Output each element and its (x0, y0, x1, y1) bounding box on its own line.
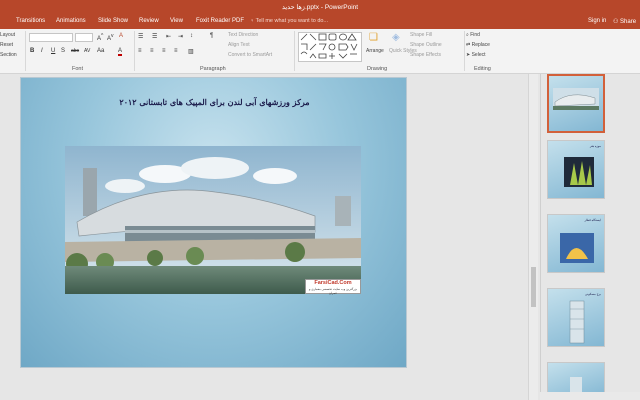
bullets-icon[interactable]: ☰ (138, 33, 143, 40)
reset-button[interactable]: Reset (0, 42, 13, 48)
editing-group-label: Editing (474, 66, 491, 72)
thumbnail-slide-3[interactable]: ایستگاه قطار (547, 214, 605, 273)
scroll-thumb[interactable] (531, 267, 536, 307)
group-separator (294, 31, 295, 71)
underline-button[interactable]: U (51, 48, 55, 54)
slide-title[interactable]: مرکز ورزشهای آبی لندن برای المپیک های تا… (21, 97, 408, 107)
convert-smartart-button[interactable]: Convert to SmartArt (228, 52, 272, 58)
group-separator (134, 31, 135, 71)
shadow-button[interactable]: S (61, 48, 65, 54)
shapes-gallery[interactable] (298, 32, 362, 62)
align-left-icon[interactable]: ≡ (138, 48, 142, 54)
find-button[interactable]: ⌕ Find (466, 32, 480, 38)
line-spacing-icon[interactable]: ↕ (190, 33, 193, 39)
logo-subtitle: بزرگترین وب سایت تخصصی معماری و عمران (308, 287, 358, 295)
select-button[interactable]: ➤ Select (466, 52, 486, 58)
italic-button[interactable]: I (41, 48, 43, 54)
replace-label: Replace (471, 42, 490, 48)
tell-me-box[interactable]: ♀ Tell me what you want to do... (250, 18, 328, 24)
share-button[interactable]: ⚇ Share (613, 18, 636, 25)
strikethrough-button[interactable]: abc (71, 48, 79, 54)
farsicad-logo: FarsiCad.Com بزرگترین وب سایت تخصصی معما… (305, 279, 361, 295)
columns-icon[interactable]: ▥ (188, 48, 194, 55)
tab-review[interactable]: Review (139, 18, 159, 24)
building-photo[interactable] (65, 146, 361, 294)
grow-font-icon[interactable]: A^ (97, 33, 103, 42)
thumbnail-image (553, 88, 599, 110)
logo-title: FarsiCad.Com (314, 280, 352, 286)
font-color-button[interactable]: A (118, 48, 123, 56)
change-case-button[interactable]: Aa (97, 48, 104, 54)
share-label: Share (620, 19, 637, 25)
thumbnail-image (569, 300, 585, 344)
ribbon-home: Layout Reset Section A^ Av A B I U S abc… (0, 29, 640, 74)
tab-view[interactable]: View (170, 18, 183, 24)
arrange-icon: ❏ (369, 32, 378, 43)
shape-outline-button[interactable]: Shape Outline (410, 42, 442, 48)
shape-effects-button[interactable]: Shape Effects (410, 52, 441, 58)
char-spacing-button[interactable]: AV (84, 48, 90, 54)
numbering-icon[interactable]: ☰ (152, 33, 157, 40)
drawing-group-label: Drawing (367, 66, 388, 72)
aquatics-centre-image (65, 146, 361, 294)
decrease-indent-icon[interactable]: ⇤ (166, 33, 171, 40)
font-size-field[interactable] (75, 33, 93, 42)
font-group-label: Font (72, 66, 84, 72)
quick-styles-icon: ◈ (392, 32, 400, 43)
group-separator (25, 31, 26, 71)
thumbnail-slide-2[interactable]: موزه هنر (547, 140, 605, 199)
person-icon: ⚇ (613, 19, 621, 25)
shrink-font-icon[interactable]: Av (107, 33, 114, 42)
align-right-icon[interactable]: ≡ (162, 48, 166, 54)
vertical-scrollbar[interactable] (528, 74, 538, 400)
title-bar: زها حدید.pptx - PowerPoint (0, 0, 640, 14)
arrange-button[interactable]: Arrange (366, 48, 384, 54)
text-direction-button[interactable]: Text Direction (228, 32, 258, 38)
clear-format-icon[interactable]: A (119, 33, 123, 39)
font-name-field[interactable] (29, 33, 73, 42)
increase-indent-icon[interactable]: ⇥ (178, 33, 183, 40)
window-title: زها حدید.pptx - PowerPoint (281, 4, 359, 11)
replace-button[interactable]: ⇄ Replace (466, 42, 490, 48)
layout-button[interactable]: Layout (0, 32, 15, 38)
shape-fill-button[interactable]: Shape Fill (410, 32, 432, 38)
group-separator (464, 31, 465, 71)
slide-thumbnails: موزه هنر ایستگاه قطار برج مسکونی (540, 74, 640, 400)
thumbnail-slide-4[interactable]: برج مسکونی (547, 288, 605, 347)
tell-me-text: Tell me what you want to do... (255, 18, 329, 24)
align-center-icon[interactable]: ≡ (150, 48, 154, 54)
thumbnail-image (560, 233, 594, 263)
ribbon-tabs: Transitions Animations Slide Show Review… (0, 14, 640, 29)
justify-icon[interactable]: ≡ (174, 48, 178, 54)
tab-transitions[interactable]: Transitions (16, 18, 45, 24)
bold-button[interactable]: B (30, 48, 34, 54)
thumbnail-image (564, 157, 594, 187)
tab-animations[interactable]: Animations (56, 18, 86, 24)
rtl-icon[interactable]: ¶ (210, 33, 213, 39)
tab-slide-show[interactable]: Slide Show (98, 18, 128, 24)
thumbnail-scrollbar[interactable] (540, 392, 640, 400)
thumbnail-slide-1[interactable] (547, 74, 605, 133)
align-text-button[interactable]: Align Text (228, 42, 250, 48)
section-button[interactable]: Section (0, 52, 17, 58)
sign-in-link[interactable]: Sign in (588, 18, 606, 24)
select-label: Select (471, 52, 486, 58)
find-label: Find (470, 32, 480, 38)
paragraph-group-label: Paragraph (200, 66, 226, 72)
tab-foxit[interactable]: Foxit Reader PDF (196, 18, 244, 24)
slide-canvas[interactable]: مرکز ورزشهای آبی لندن برای المپیک های تا… (20, 77, 407, 368)
